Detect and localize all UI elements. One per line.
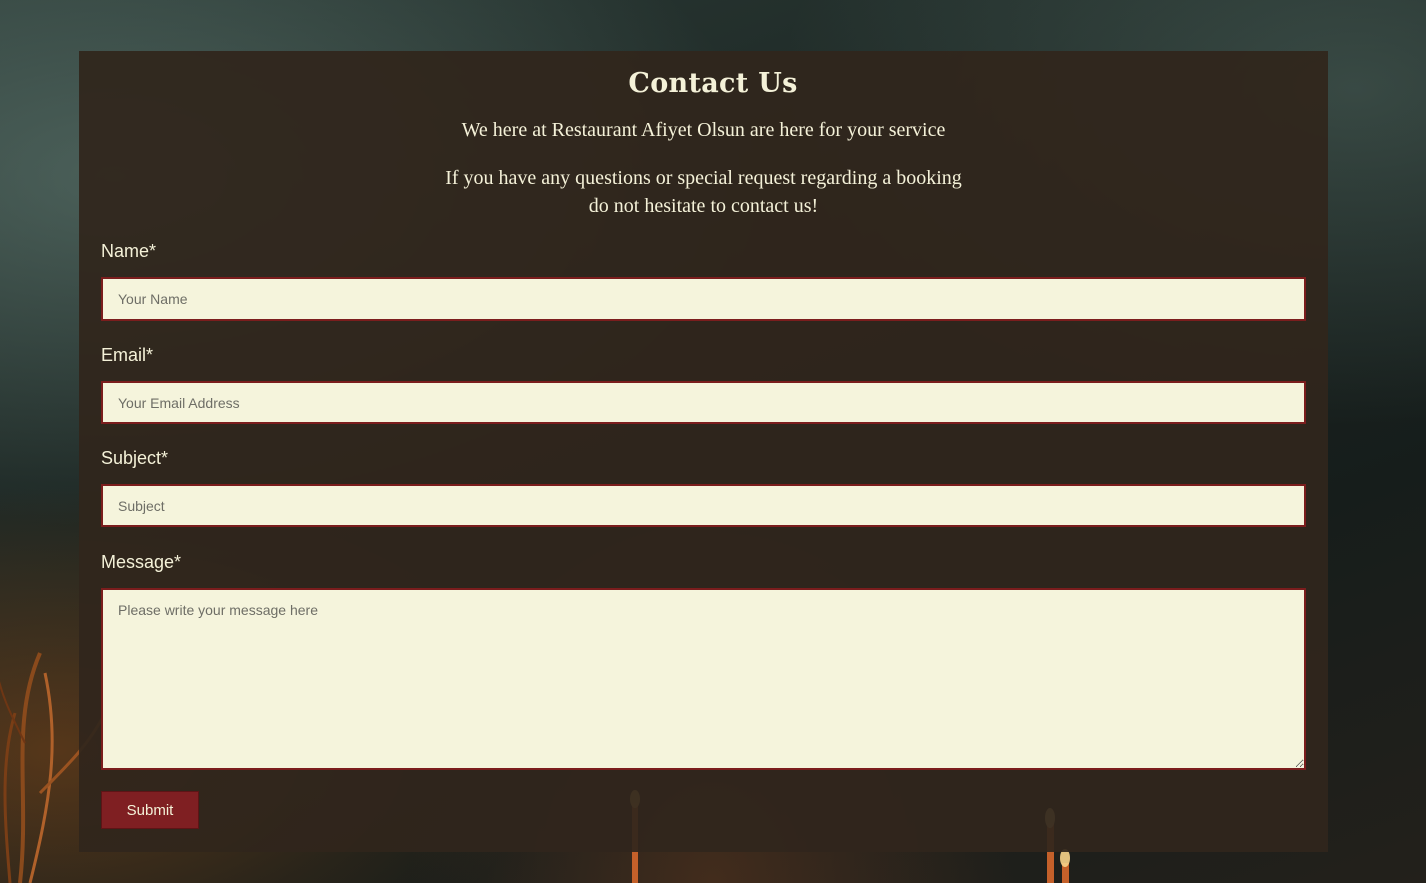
subject-label: Subject* — [101, 448, 169, 468]
message-textarea[interactable] — [101, 588, 1306, 770]
submit-button[interactable]: Submit — [101, 791, 199, 829]
message-label: Message* — [101, 552, 182, 572]
email-label: Email* — [101, 345, 154, 365]
name-input[interactable] — [101, 277, 1306, 321]
intro-line-2: do not hesitate to contact us! — [588, 195, 819, 217]
intro-line-1: If you have any questions or special req… — [445, 167, 962, 189]
email-input[interactable] — [101, 381, 1306, 424]
tagline: We here at Restaurant Afiyet Olsun are h… — [461, 119, 946, 141]
subject-input[interactable] — [101, 484, 1306, 527]
name-label: Name* — [101, 241, 157, 261]
page-title: Contact Us — [628, 68, 798, 99]
